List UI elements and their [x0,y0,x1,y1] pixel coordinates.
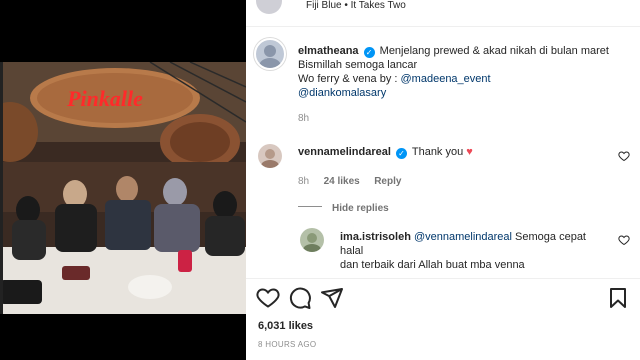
comment-bubble-icon[interactable] [288,286,312,310]
likes-count[interactable]: 6,031 likes [258,320,313,332]
comment-likes[interactable]: 24 likes [324,176,360,187]
hide-replies-toggle[interactable]: Hide replies [298,198,389,216]
avatar-icon [259,45,281,68]
caption-line-3: Wo ferry & vena by : [298,73,401,85]
reply-username[interactable]: ima.istrisoleh [340,231,411,243]
mention-madeena[interactable]: @madeena_event [401,73,491,85]
avatar-icon [261,149,279,168]
save-bookmark-icon[interactable] [606,286,630,310]
caption-line-1: Menjelang prewed & akad nikah di bulan m… [379,45,609,57]
post-details-pane: Fiji Blue • It Takes Two elmatheana ✓ Me… [246,0,640,360]
like-heart-icon[interactable] [256,286,280,310]
caption-block: elmatheana ✓ Menjelang prewed & akad nik… [298,44,634,100]
reply-text-2: dan terbaik dari Allah buat mba venna [340,259,525,271]
reply-avatar[interactable] [300,228,324,252]
comment-text: Thank you [411,146,464,158]
reply-block: ima.istrisoleh @vennamelindareal Semoga … [340,230,610,272]
comment-meta-row: 8h 24 likes Reply [298,171,401,189]
restaurant-sign-text: Pinkalle [66,86,143,111]
mention-diankomalasary[interactable]: @dianko​malasary [298,87,386,99]
author-avatar-top[interactable] [256,0,282,14]
red-heart-emoji-icon: ♥ [466,146,473,158]
caption-username[interactable]: elmatheana [298,45,359,57]
actions-divider [246,278,640,279]
hide-replies-line [298,206,322,208]
verified-badge-icon: ✓ [396,148,407,159]
comment-row: vennamelindareal ✓ Thank you ♥ [298,145,473,159]
post-photo-illustration: Pinkalle [0,62,246,314]
song-label[interactable]: Fiji Blue • It Takes Two [306,0,406,13]
post-time-ago[interactable]: 8 HOURS AGO [258,340,316,349]
comment-reply-button[interactable]: Reply [374,176,401,187]
hide-replies-label: Hide replies [332,203,389,214]
avatar-icon [303,233,321,252]
reply-like-heart-icon[interactable] [618,234,630,246]
caption-time[interactable]: 8h [298,113,309,124]
caption-line-2: Bismillah semoga lancar [298,59,418,71]
comment-username[interactable]: vennamelindareal [298,146,391,158]
comment-time[interactable]: 8h [298,176,309,187]
share-send-icon[interactable] [320,286,344,310]
reply-mention[interactable]: @vennamelindareal [414,231,512,243]
comment-like-heart-icon[interactable] [618,150,630,162]
post-photo[interactable]: Pinkalle [0,62,246,314]
comment-avatar[interactable] [258,144,282,168]
header-divider [246,26,640,27]
post-media-pane: Pinkalle [0,0,246,360]
verified-badge-icon: ✓ [363,47,375,58]
caption-author-avatar[interactable] [254,38,286,70]
